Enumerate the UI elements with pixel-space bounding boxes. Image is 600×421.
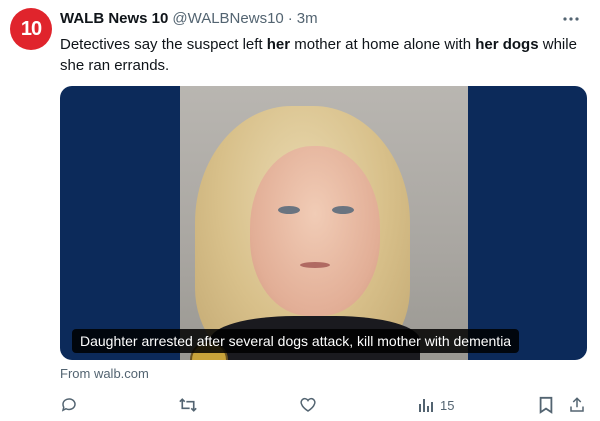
link-source[interactable]: From walb.com: [60, 366, 149, 381]
views-count: 15: [440, 397, 455, 413]
tweet-text-bold: her: [266, 36, 291, 53]
separator-dot: ·: [287, 10, 293, 27]
avatar-logo-text: 10: [20, 17, 42, 40]
reply-icon: [60, 396, 78, 414]
tweet-header: WALB News 10 @WALBNews10 · 3m: [60, 10, 318, 30]
share-button[interactable]: [568, 394, 586, 416]
retweet-icon: [178, 396, 198, 414]
tweet-text: Detectives say the suspect left her moth…: [60, 34, 580, 76]
retweet-button[interactable]: [178, 394, 198, 416]
views-button[interactable]: 15: [418, 394, 454, 416]
tweet-actions: 15: [0, 394, 600, 416]
tweet-text-part: mother at home alone with: [290, 36, 476, 53]
mugshot-eye: [332, 206, 354, 214]
author-handle[interactable]: @WALBNews10: [172, 10, 283, 27]
tweet-text-bold: her dogs: [475, 36, 539, 53]
mugshot-mouth: [300, 262, 330, 268]
like-icon: [299, 396, 317, 414]
like-button[interactable]: [299, 394, 317, 416]
tweet-text-part: Detectives say the suspect left: [60, 36, 267, 53]
media-caption: Daughter arrested after several dogs att…: [72, 329, 520, 353]
mugshot-eye: [278, 206, 300, 214]
tweet-media-card[interactable]: Daughter arrested after several dogs att…: [60, 86, 587, 360]
avatar[interactable]: 10: [10, 8, 52, 50]
mugshot-face: [250, 146, 380, 316]
more-icon: [563, 8, 579, 26]
reply-button[interactable]: [60, 394, 78, 416]
more-options-button[interactable]: [560, 8, 582, 26]
timestamp[interactable]: 3m: [297, 10, 318, 27]
share-icon: [568, 396, 586, 414]
author-name[interactable]: WALB News 10: [60, 10, 168, 27]
tweet[interactable]: 10 WALB News 10 @WALBNews10 · 3m Detecti…: [0, 0, 600, 421]
bookmark-icon: [538, 396, 554, 414]
bookmark-button[interactable]: [538, 394, 554, 416]
views-icon: [418, 397, 434, 413]
